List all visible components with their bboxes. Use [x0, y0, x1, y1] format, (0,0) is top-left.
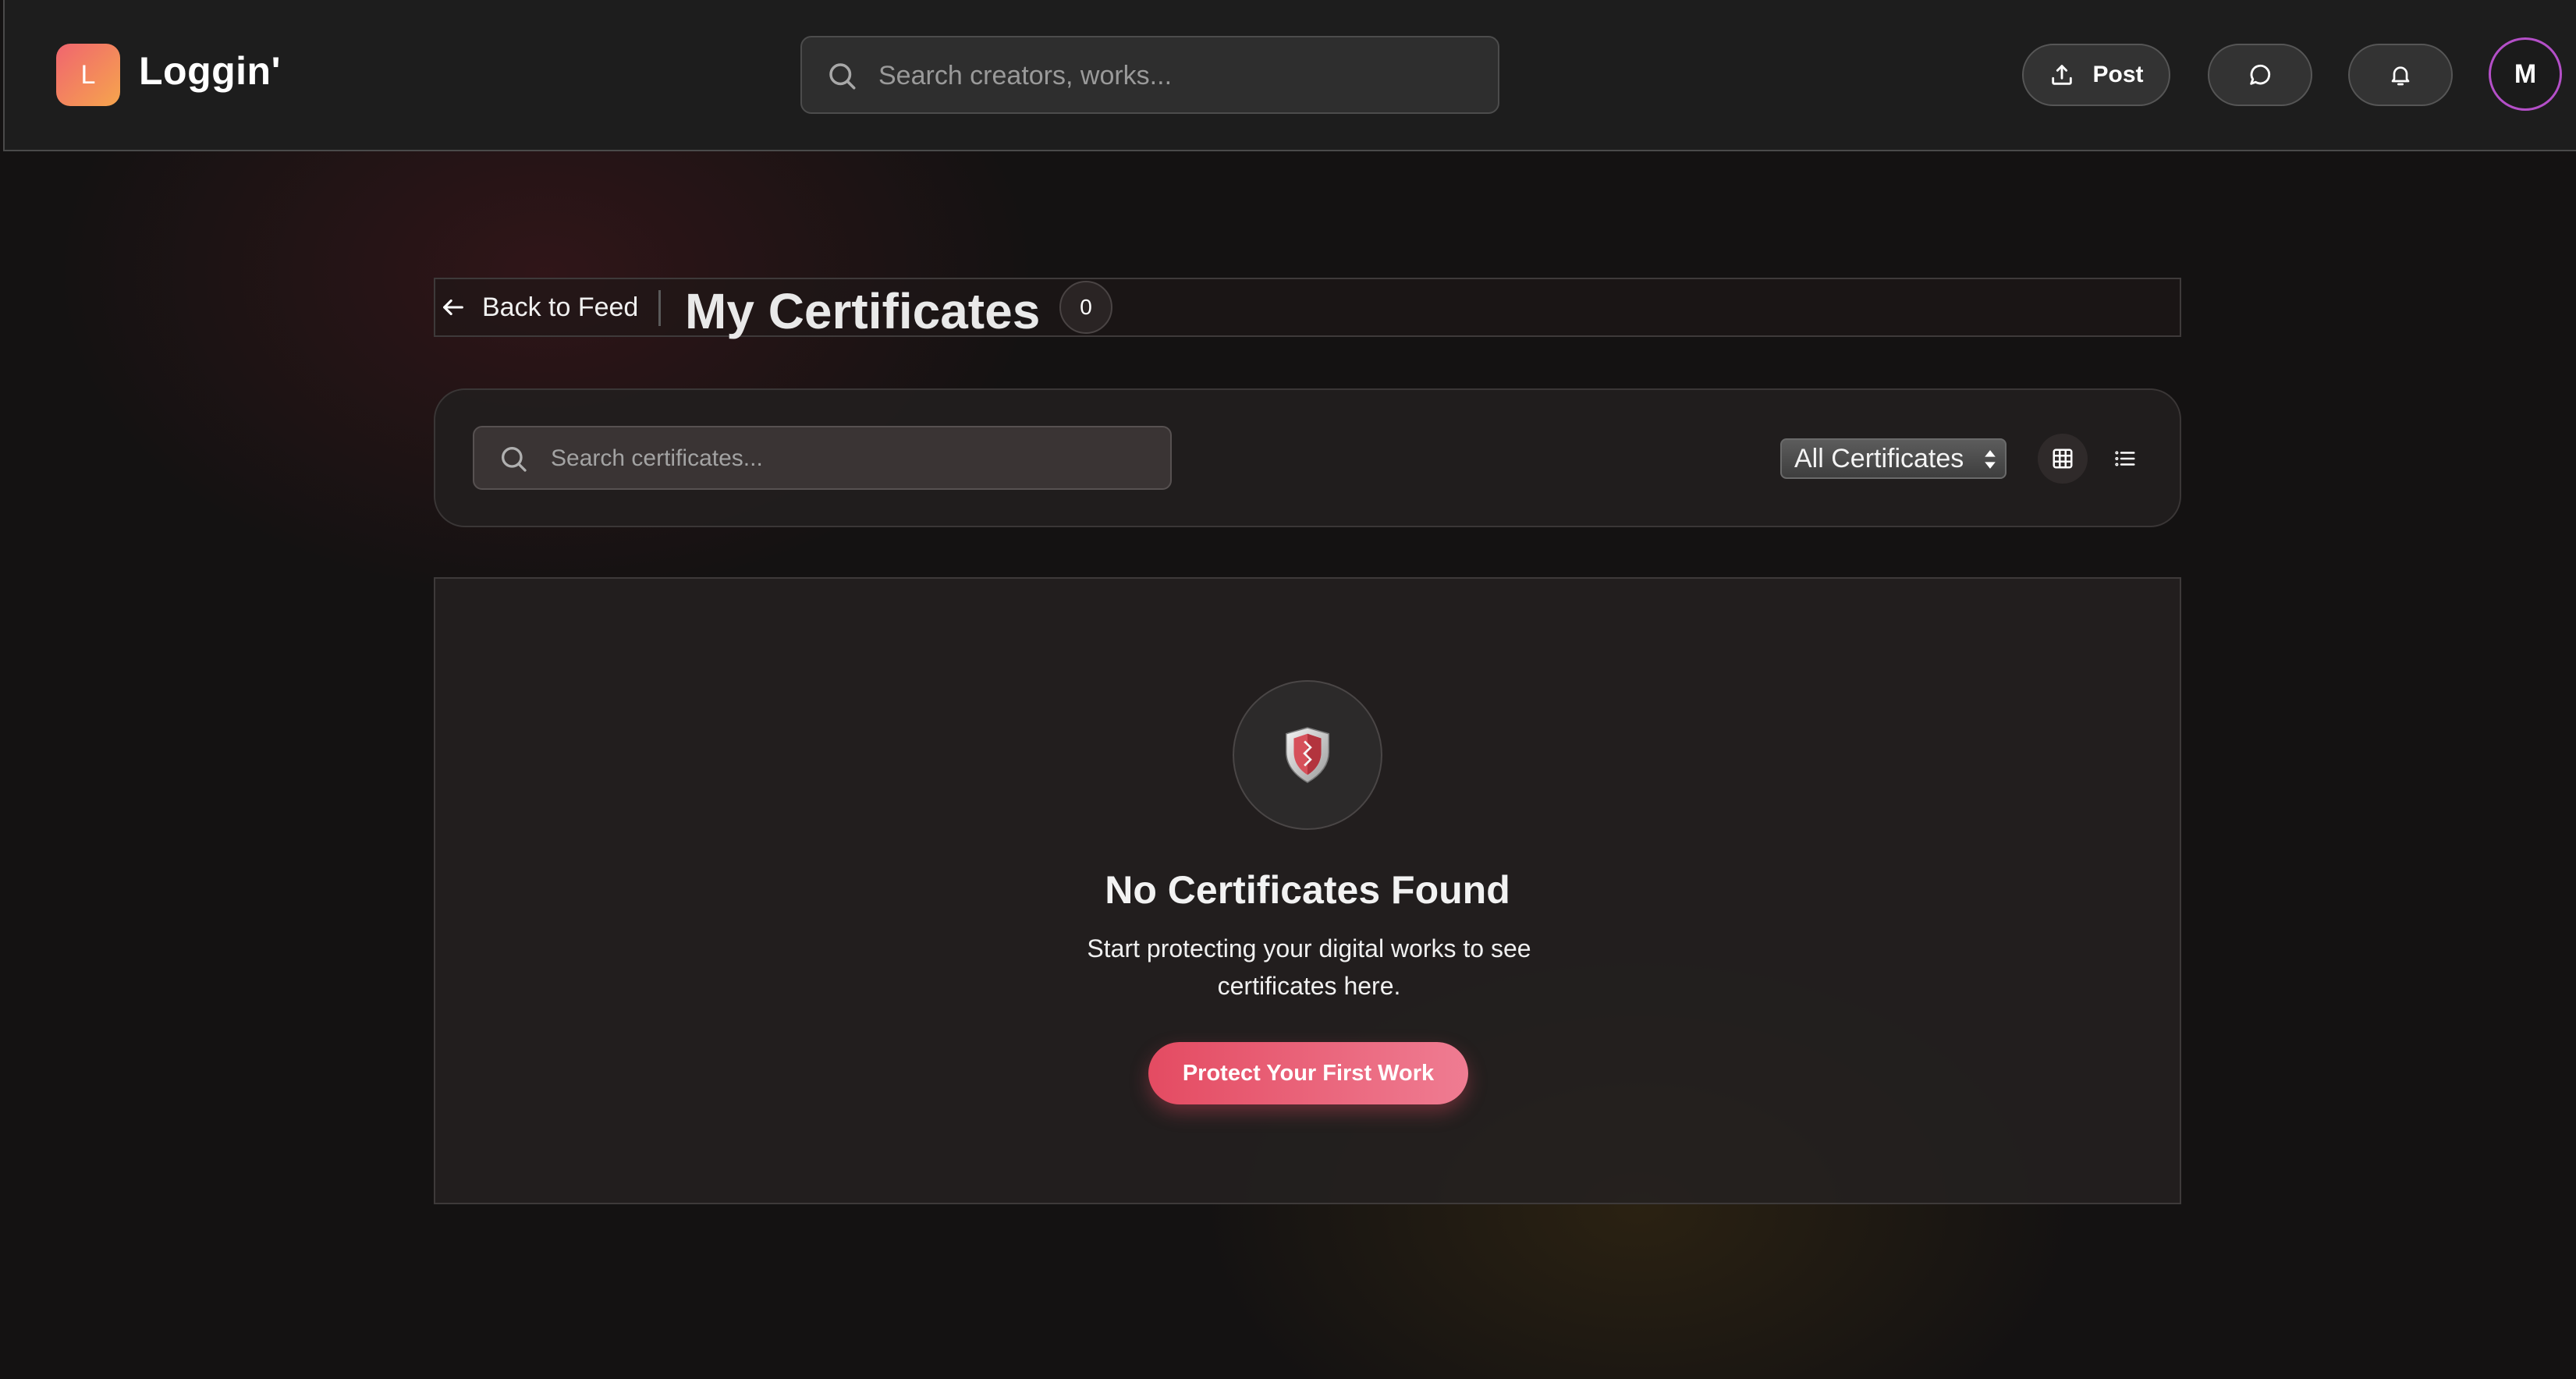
list-view-button[interactable] — [2100, 434, 2150, 484]
back-to-feed-link[interactable]: Back to Feed — [440, 279, 638, 335]
empty-state-icon-container — [1233, 680, 1382, 830]
notifications-button[interactable] — [2348, 44, 2453, 106]
certificate-count-badge: 0 — [1059, 281, 1112, 334]
arrow-left-icon — [443, 299, 463, 316]
page-title: My Certificates — [685, 283, 1041, 339]
protect-first-work-button[interactable]: Protect Your First Work — [1148, 1042, 1468, 1104]
select-arrows-icon — [1985, 450, 1996, 469]
user-avatar[interactable]: M — [2489, 37, 2562, 111]
filter-panel: All Certificates — [434, 388, 2181, 527]
upload-icon — [2052, 65, 2073, 85]
certificate-search-input[interactable] — [549, 427, 1145, 490]
list-icon — [2115, 451, 2135, 466]
app-name[interactable]: Loggin' — [139, 48, 281, 94]
title-divider — [658, 290, 661, 326]
page-header: Back to Feed My Certificates 0 — [434, 278, 2181, 339]
avatar-initial: M — [2514, 58, 2537, 89]
empty-state-panel: No Certificates Found Start protecting y… — [434, 577, 2181, 1204]
logo-letter: L — [80, 59, 96, 90]
certificate-filter-select[interactable]: All Certificates — [1780, 438, 2007, 479]
bell-icon — [2391, 66, 2410, 86]
certificate-filter-value: All Certificates — [1794, 443, 1964, 473]
grid-view-button[interactable] — [2038, 434, 2088, 484]
empty-state-title: No Certificates Found — [1105, 868, 1510, 912]
shield-icon — [1285, 727, 1330, 783]
global-search-input[interactable] — [877, 37, 1473, 114]
top-navigation-bar: L Loggin' Post M — [3, 0, 2576, 151]
grid-icon — [2053, 448, 2073, 469]
app-logo-icon[interactable]: L — [56, 44, 120, 106]
search-icon — [502, 447, 527, 472]
back-to-feed-label: Back to Feed — [482, 292, 639, 322]
certificate-search-bar[interactable] — [473, 426, 1172, 490]
global-search-bar[interactable] — [800, 36, 1499, 114]
post-button[interactable]: Post — [2022, 44, 2170, 106]
message-icon — [2250, 64, 2271, 85]
search-icon — [829, 63, 856, 90]
messages-button[interactable] — [2208, 44, 2312, 106]
post-button-label: Post — [2092, 62, 2144, 87]
empty-state-description: Start protecting your digital works to s… — [1087, 934, 1531, 1000]
